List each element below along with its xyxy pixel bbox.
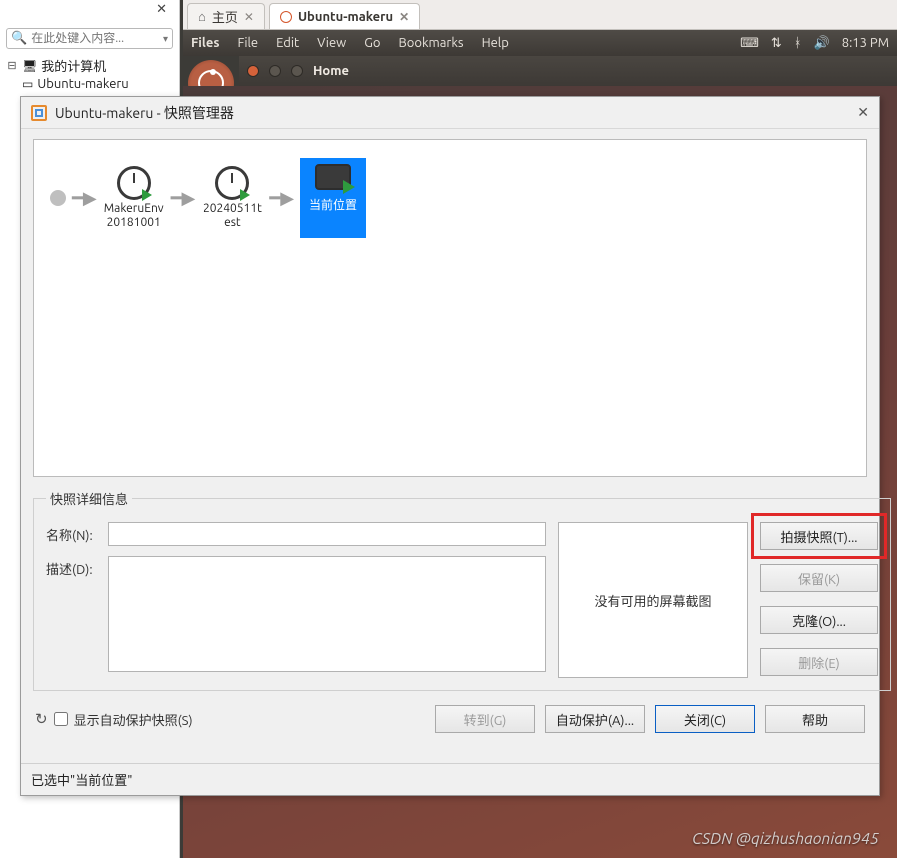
history-icon: ↻	[35, 710, 48, 728]
dialog-titlebar[interactable]: Ubuntu-makeru - 快照管理器 ✕	[21, 97, 879, 129]
library-search[interactable]: 🔍 ▾	[6, 28, 173, 49]
window-title: Home	[313, 64, 349, 78]
dialog-title: Ubuntu-makeru - 快照管理器	[55, 103, 234, 123]
tree-label: Ubuntu-makeru	[37, 77, 128, 91]
window-minimize-icon[interactable]	[269, 65, 281, 77]
status-text: 已选中"当前位置"	[31, 774, 132, 788]
description-label: 描述(D):	[46, 556, 100, 578]
arrow-icon: ━▶	[269, 188, 294, 209]
ubuntu-menu-bar: Files File Edit View Go Bookmarks Help ⌨…	[183, 30, 897, 56]
vmware-logo-icon	[31, 105, 47, 121]
volume-icon[interactable]: 🔊	[814, 36, 830, 51]
keyboard-icon[interactable]: ⌨	[740, 36, 759, 51]
snapshot-preview: 没有可用的屏幕截图	[558, 522, 748, 678]
vmware-tab-strip: ⌂ 主页 ✕ Ubuntu-makeru ✕	[183, 0, 897, 30]
show-autoprotect-label: 显示自动保护快照(S)	[74, 710, 193, 729]
current-state-label: 当前位置	[309, 196, 357, 213]
vm-icon: ▭	[22, 77, 33, 91]
autoprotect-button[interactable]: 自动保护(A)...	[545, 705, 645, 733]
current-state-icon	[315, 164, 351, 190]
window-close-icon[interactable]	[247, 65, 259, 77]
arrow-icon: ━▶	[72, 188, 97, 209]
root-state-icon[interactable]	[50, 190, 66, 206]
status-bar: 已选中"当前位置"	[21, 763, 879, 795]
home-icon: ⌂	[198, 9, 206, 24]
clone-button[interactable]: 克隆(O)...	[760, 606, 878, 634]
tree-item-ubuntu[interactable]: ▭ Ubuntu-makeru	[4, 76, 175, 92]
search-icon: 🔍	[11, 31, 27, 46]
snapshot-label: MakeruEnv20181001	[103, 202, 165, 230]
nautilus-titlebar: Home	[239, 56, 897, 86]
app-name: Files	[191, 36, 219, 50]
snapshot-details-group: 快照详细信息 名称(N): 描述(D): 没有可用的屏幕截图 拍摄快照(T)..…	[33, 489, 891, 691]
menu-view[interactable]: View	[317, 36, 346, 50]
details-legend: 快照详细信息	[46, 489, 132, 508]
keep-button: 保留(K)	[760, 564, 878, 592]
dialog-close-icon[interactable]: ✕	[857, 104, 869, 121]
menu-help[interactable]: Help	[482, 36, 509, 50]
watermark-text: CSDN @qizhushaonian945	[692, 830, 879, 848]
bluetooth-icon[interactable]: ᚼ	[794, 36, 802, 50]
snapshot-chain: ━▶ MakeruEnv20181001 ━▶ 20240511test ━▶ …	[50, 158, 850, 238]
tab-close-icon[interactable]: ✕	[244, 10, 254, 24]
snapshot-node[interactable]: 20240511test	[201, 166, 263, 230]
window-maximize-icon[interactable]	[291, 65, 303, 77]
close-icon[interactable]: ✕	[156, 2, 167, 17]
snapshot-icon	[215, 166, 249, 200]
show-autoprotect-checkbox[interactable]	[54, 712, 68, 726]
snapshot-name-input[interactable]	[108, 522, 546, 546]
help-button[interactable]: 帮助	[765, 705, 865, 733]
tab-label: 主页	[212, 7, 238, 26]
snapshot-label: 20240511test	[201, 202, 263, 230]
search-input[interactable]	[31, 32, 159, 45]
collapse-icon[interactable]: ⊟	[6, 59, 18, 72]
preview-placeholder: 没有可用的屏幕截图	[594, 591, 711, 610]
tree-label: 我的计算机	[41, 56, 106, 75]
chevron-down-icon[interactable]: ▾	[163, 33, 168, 45]
menu-edit[interactable]: Edit	[276, 36, 299, 50]
close-button[interactable]: 关闭(C)	[655, 705, 755, 733]
monitor-icon: 🖥	[22, 59, 37, 73]
take-snapshot-button[interactable]: 拍摄快照(T)...	[760, 522, 878, 550]
tab-ubuntu-vm[interactable]: Ubuntu-makeru ✕	[269, 3, 420, 29]
dialog-bottom-row: ↻ 显示自动保护快照(S) 转到(G) 自动保护(A)... 关闭(C) 帮助	[21, 695, 879, 741]
snapshot-icon	[117, 166, 151, 200]
arrow-icon: ━▶	[171, 188, 196, 209]
current-state-node[interactable]: 当前位置	[300, 158, 366, 238]
snapshot-node[interactable]: MakeruEnv20181001	[103, 166, 165, 230]
snapshot-manager-dialog: Ubuntu-makeru - 快照管理器 ✕ ━▶ MakeruEnv2018…	[20, 96, 880, 796]
menu-file[interactable]: File	[237, 36, 258, 50]
tab-home[interactable]: ⌂ 主页 ✕	[187, 3, 265, 29]
tree-root-my-computer[interactable]: ⊟ 🖥 我的计算机	[4, 55, 175, 76]
menu-bookmarks[interactable]: Bookmarks	[398, 36, 463, 50]
clock-text[interactable]: 8:13 PM	[842, 36, 889, 50]
delete-button: 删除(E)	[760, 648, 878, 676]
ubuntu-icon	[280, 11, 292, 23]
name-label: 名称(N):	[46, 522, 100, 544]
snapshot-description-input[interactable]	[108, 556, 546, 672]
library-tree: ⊟ 🖥 我的计算机 ▭ Ubuntu-makeru	[4, 55, 175, 92]
tab-label: Ubuntu-makeru	[298, 10, 393, 24]
network-icon[interactable]: ⇅	[771, 36, 782, 51]
snapshot-tree-canvas[interactable]: ━▶ MakeruEnv20181001 ━▶ 20240511test ━▶ …	[33, 139, 867, 477]
goto-button: 转到(G)	[435, 705, 535, 733]
menu-go[interactable]: Go	[364, 36, 380, 50]
tab-close-icon[interactable]: ✕	[399, 10, 409, 24]
